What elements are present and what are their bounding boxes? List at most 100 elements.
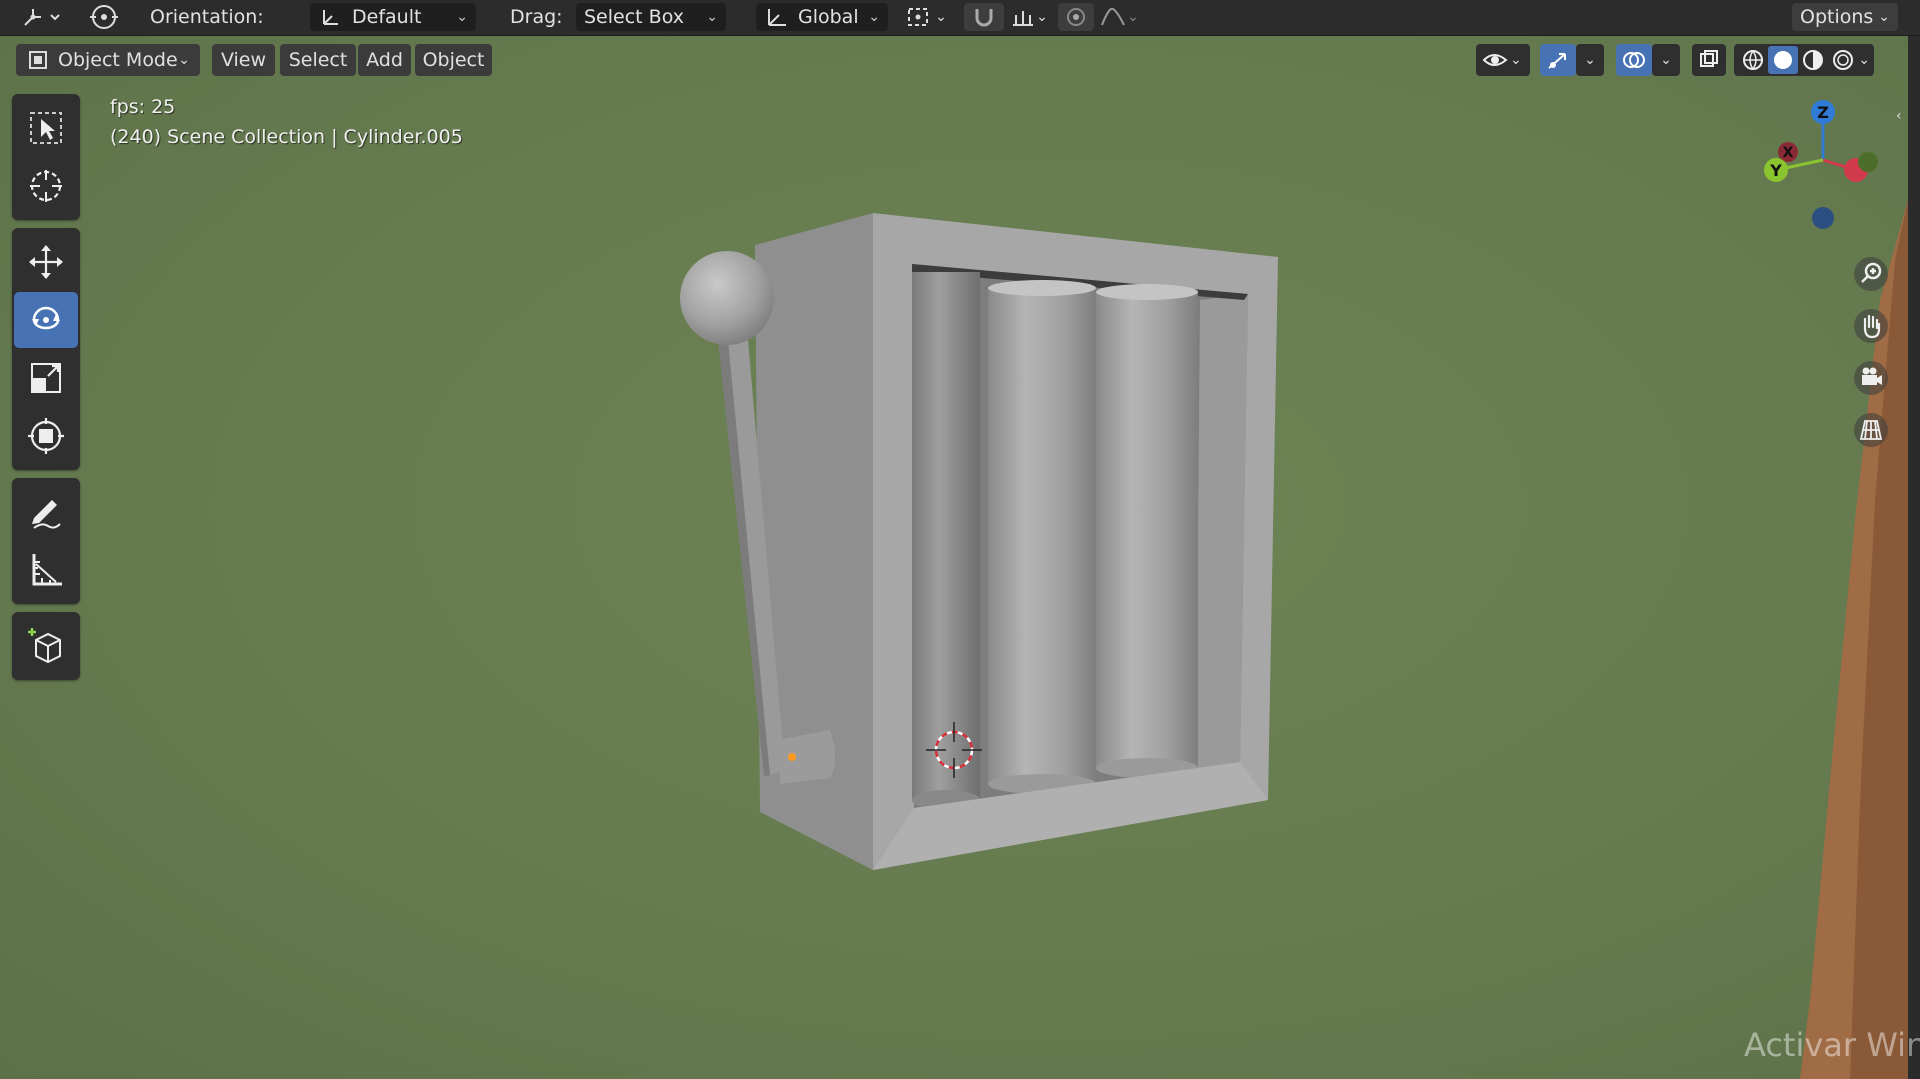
wireframe-shading-icon[interactable] (1738, 48, 1768, 72)
scene-info-text: (240) Scene Collection | Cylinder.005 (110, 126, 463, 148)
solid-shading-icon (1774, 51, 1792, 69)
lever-knob (680, 251, 774, 345)
chevron-down-icon: ⌄ (1660, 52, 1672, 68)
move-tool[interactable] (14, 234, 78, 290)
chevron-down-icon: ⌄ (1878, 9, 1890, 25)
orientation-value: Default (352, 6, 422, 28)
magnet-icon (975, 9, 993, 27)
add-cube-icon (28, 628, 61, 664)
object-menu[interactable]: Object (415, 44, 492, 76)
falloff-dropdown[interactable]: ⌄ (1094, 3, 1144, 31)
tool-settings-bar: Orientation: Default ⌄ Drag: Select Box … (0, 0, 1920, 36)
measure-tool[interactable] (14, 542, 78, 598)
chevron-down-icon: ⌄ (1510, 52, 1522, 68)
overlays-toggle[interactable] (1616, 44, 1652, 76)
3d-viewport[interactable]: fps: 25 (240) Scene Collection | Cylinde… (0, 36, 1908, 1079)
reel-cylinder-3[interactable] (1096, 284, 1198, 778)
overlays-dropdown[interactable]: ⌄ (1652, 44, 1680, 76)
proportional-edit-icon (1067, 8, 1085, 26)
activation-watermark: Activar Win (1744, 1026, 1920, 1064)
tool-group-transform (12, 228, 80, 470)
chevron-down-icon: ⌄ (868, 9, 880, 25)
shading-mode-group: ⌄ (1734, 44, 1874, 76)
mode-value: Object Mode (58, 49, 178, 71)
camera-view-button[interactable] (1848, 356, 1894, 400)
orientation-gizmo-icon (90, 5, 118, 29)
add-menu[interactable]: Add (358, 44, 411, 76)
xray-toggle[interactable] (1692, 44, 1726, 76)
rendered-shading-icon[interactable] (1828, 48, 1858, 72)
slot-machine-model[interactable] (755, 213, 1278, 870)
pivot-icon (908, 8, 929, 26)
x-axis-label: X (1783, 145, 1794, 161)
perspective-toggle-button[interactable] (1848, 408, 1894, 452)
gizmo-toggle[interactable] (1540, 44, 1576, 76)
axis-icon (24, 9, 60, 26)
fps-readout: fps: 25 (110, 96, 176, 118)
drag-value: Select Box (584, 6, 684, 28)
tool-group-add (12, 612, 80, 680)
transform-tool[interactable] (14, 408, 78, 464)
orientation-dropdown[interactable]: Default ⌄ (310, 3, 476, 31)
cursor-icon (30, 170, 62, 202)
grid-icon (1854, 413, 1888, 447)
visibility-dropdown[interactable]: ⌄ (1476, 44, 1530, 76)
snap-toggle[interactable] (964, 3, 1004, 31)
tool-group-select (12, 94, 80, 220)
xray-icon (1700, 50, 1718, 67)
select-menu[interactable]: Select (280, 44, 356, 76)
viewport-scrollbar[interactable] (1908, 36, 1920, 1079)
z-axis-label: Z (1817, 103, 1829, 122)
reel-cylinder-2[interactable] (988, 280, 1096, 794)
y-axis-label: Y (1769, 161, 1782, 180)
global-axes-icon (768, 9, 786, 26)
chevron-down-icon: ⌄ (1858, 52, 1870, 68)
editor-type-button[interactable] (18, 3, 64, 31)
transform-pivot-button[interactable] (84, 3, 124, 31)
cavity-right-wall (1196, 294, 1248, 770)
scale-tool[interactable] (14, 350, 78, 406)
snap-target-dropdown[interactable]: ⌄ (1004, 3, 1054, 31)
drag-dropdown[interactable]: Select Box ⌄ (576, 3, 726, 31)
proportional-edit-toggle[interactable] (1058, 3, 1094, 31)
transform-orientation-dropdown[interactable]: Global ⌄ (756, 3, 888, 31)
rotate-tool[interactable] (14, 292, 78, 348)
chevron-down-icon: ⌄ (1127, 9, 1139, 25)
tool-shelf (12, 94, 80, 688)
orientation-label: Orientation: (150, 6, 264, 28)
drag-label: Drag: (510, 6, 563, 28)
snap-increment-icon (1013, 11, 1034, 26)
options-dropdown[interactable]: Options ⌄ (1792, 3, 1898, 31)
orientation-axes-icon (323, 10, 338, 25)
mode-dropdown[interactable]: Object Mode ⌄ (16, 44, 200, 76)
move-icon (29, 245, 63, 279)
sidebar-toggle-arrow-icon[interactable]: ‹ (1896, 108, 1902, 124)
reel-cylinder-1[interactable] (912, 272, 980, 810)
navigation-gizmo[interactable]: Z X Y (1748, 90, 1898, 240)
add-cube-tool[interactable] (14, 618, 78, 674)
pan-button[interactable] (1848, 304, 1894, 348)
neg-y-axis-handle[interactable] (1858, 152, 1878, 172)
material-shading-icon[interactable] (1798, 48, 1828, 72)
transform-icon (28, 418, 64, 454)
zoom-button[interactable] (1848, 252, 1894, 296)
chevron-down-icon: ⌄ (178, 52, 190, 68)
zoom-icon (1854, 257, 1888, 291)
gizmo-icon (1548, 53, 1566, 69)
solid-shading-button[interactable] (1768, 46, 1798, 74)
gizmo-dropdown[interactable]: ⌄ (1576, 44, 1604, 76)
annotate-tool[interactable] (14, 484, 78, 540)
object-origin-dot (788, 753, 796, 761)
pivot-point-dropdown[interactable]: ⌄ (900, 3, 952, 31)
hand-icon (1854, 309, 1888, 343)
view-menu[interactable]: View (212, 44, 275, 76)
transform-space-value: Global (798, 6, 859, 28)
cursor-tool[interactable] (14, 158, 78, 214)
camera-icon (1854, 361, 1888, 395)
select-box-tool[interactable] (14, 100, 78, 156)
select-box-icon (30, 112, 62, 144)
measure-icon (32, 554, 62, 586)
neg-z-axis-handle[interactable] (1812, 207, 1834, 229)
rotate-icon (32, 306, 60, 330)
scene-render (680, 200, 1908, 1079)
